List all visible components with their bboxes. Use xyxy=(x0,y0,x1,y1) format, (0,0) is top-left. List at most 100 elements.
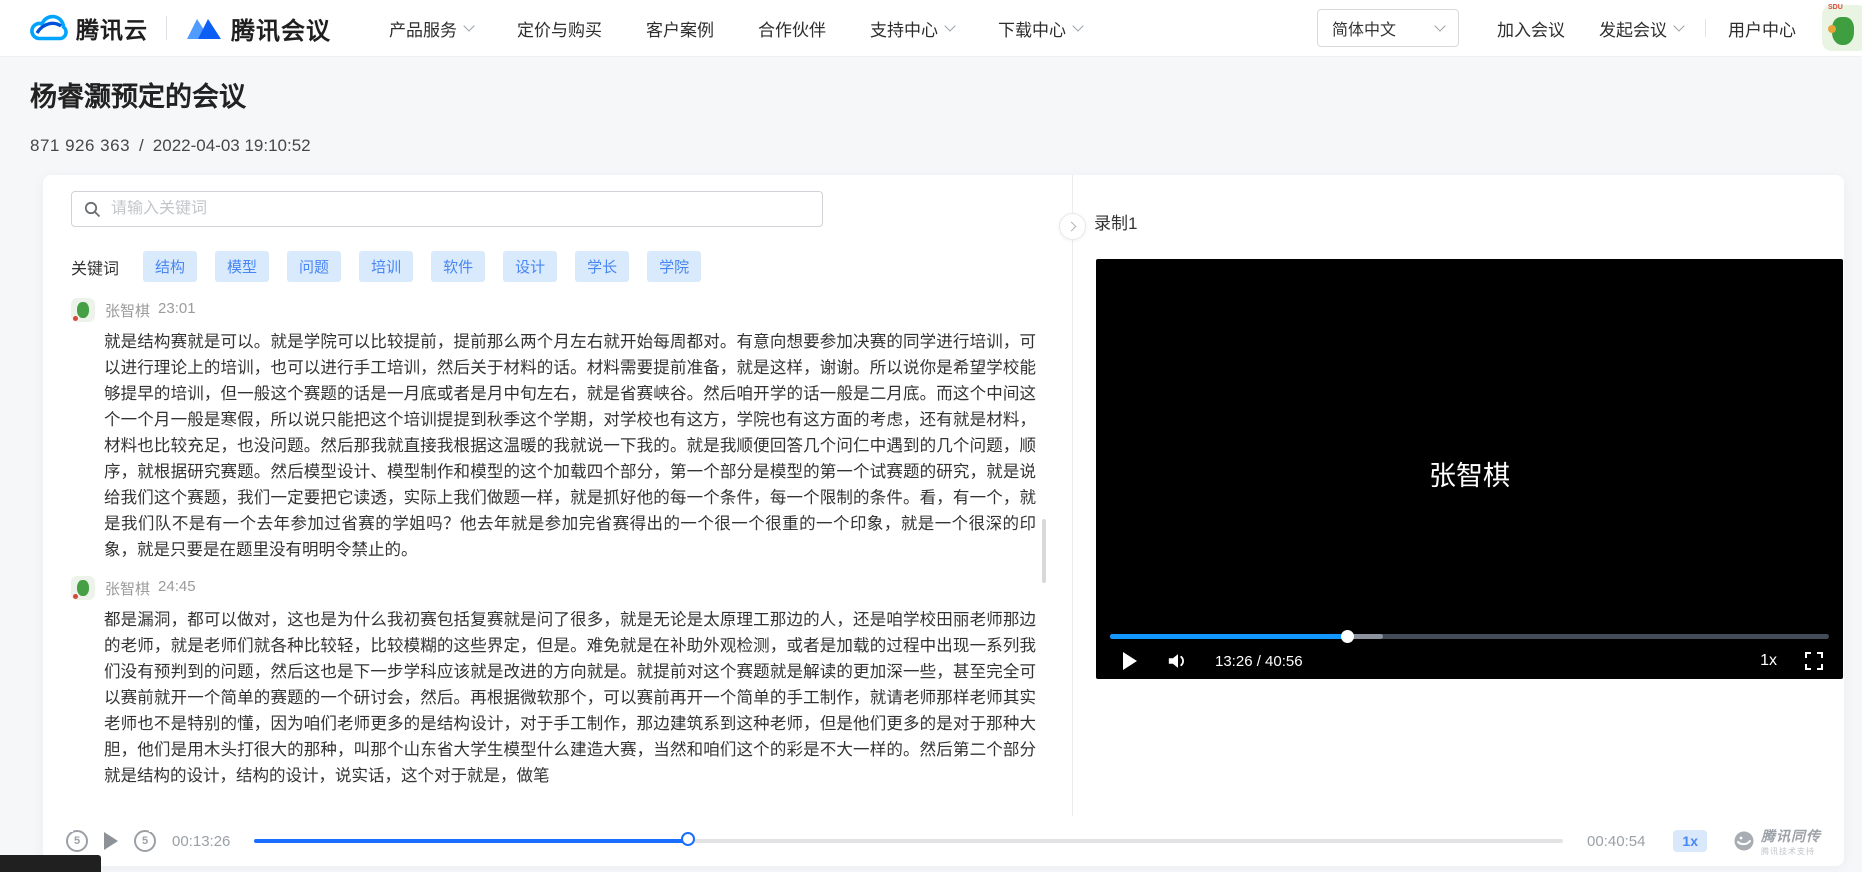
video-progress-track[interactable] xyxy=(1110,634,1829,639)
avatar-dot xyxy=(73,594,78,599)
total-time: 00:40:54 xyxy=(1587,833,1645,850)
browser-status-bar xyxy=(0,855,101,872)
chevron-down-icon xyxy=(944,20,955,31)
chevron-down-icon xyxy=(1434,20,1445,31)
transcript-entry-header: 张智棋 23:01 xyxy=(71,298,1077,322)
speaker-name: 张智棋 xyxy=(105,300,150,321)
nav-divider xyxy=(166,16,167,40)
transcript-panel[interactable]: 张智棋 23:01 就是结构赛就是可以。就是学院可以比较提前，提前那么两个月左右… xyxy=(71,298,1077,795)
fullscreen-icon[interactable] xyxy=(1805,652,1823,670)
tencent-cloud-logo[interactable]: 腾讯云 xyxy=(30,11,148,45)
video-player[interactable]: 张智棋 13:26 / 40:56 1x xyxy=(1096,259,1843,679)
keyword-tag[interactable]: 软件 xyxy=(431,251,485,282)
keyword-tag[interactable]: 设计 xyxy=(503,251,557,282)
forward-5s-button[interactable]: 5 xyxy=(134,830,156,852)
timeline-slider[interactable] xyxy=(254,839,1563,843)
recording-title: 录制1 xyxy=(1094,209,1137,234)
avatar-badge: SDU xyxy=(1828,4,1843,11)
meeting-icon xyxy=(185,14,223,42)
keyword-tags: 结构 模型 问题 培训 软件 设计 学长 学院 xyxy=(143,251,701,282)
tencent-meeting-logo[interactable]: 腾讯会议 xyxy=(185,11,331,46)
meta-separator: / xyxy=(139,136,144,156)
chevron-down-icon xyxy=(463,20,474,31)
video-time-display: 13:26 / 40:56 xyxy=(1215,653,1303,670)
main-card: 关键词 结构 模型 问题 培训 软件 设计 学长 学院 张智棋 23:01 xyxy=(43,175,1844,866)
tsi-brand-text: 腾讯同传 腾讯技术支持 xyxy=(1761,826,1821,857)
video-progress-thumb[interactable] xyxy=(1341,630,1354,643)
avatar-figure xyxy=(77,302,89,318)
keyword-tag[interactable]: 结构 xyxy=(143,251,197,282)
keyword-tag[interactable]: 模型 xyxy=(215,251,269,282)
video-speaker-name: 张智棋 xyxy=(1096,454,1843,493)
tsi-brand-sub: 腾讯技术支持 xyxy=(1761,846,1821,857)
speaker-meta: 张智棋 24:45 xyxy=(105,578,196,599)
volume-icon[interactable] xyxy=(1167,651,1189,671)
search-icon xyxy=(84,201,101,218)
nav-item-products[interactable]: 产品服务 xyxy=(389,16,473,41)
nav-item-pricing[interactable]: 定价与购买 xyxy=(517,16,602,41)
speech-timestamp[interactable]: 24:45 xyxy=(158,578,196,599)
nav-item-download[interactable]: 下载中心 xyxy=(998,16,1082,41)
avatar-dot xyxy=(73,316,78,321)
rewind-5s-button[interactable]: 5 xyxy=(66,830,88,852)
speaker-avatar xyxy=(71,298,95,322)
panel-divider xyxy=(1072,175,1073,816)
join-meeting-link[interactable]: 加入会议 xyxy=(1497,16,1565,41)
keywords-row: 关键词 结构 模型 问题 培训 软件 设计 学长 学院 xyxy=(71,251,701,282)
keyword-tag[interactable]: 培训 xyxy=(359,251,413,282)
speaker-avatar xyxy=(71,576,95,600)
meeting-meta: 871 926 363 / 2022-04-03 19:10:52 xyxy=(30,136,311,156)
video-progress-fill xyxy=(1110,634,1347,639)
speech-text[interactable]: 就是结构赛就是可以。就是学院可以比较提前，提前那么两个月左右就开始每周都对。有意… xyxy=(104,329,1036,563)
keywords-label: 关键词 xyxy=(71,255,119,279)
playback-bar: 5 5 00:13:26 00:40:54 1x 腾讯同传 腾讯技术支持 xyxy=(43,816,1844,866)
scrollbar-thumb[interactable] xyxy=(1042,519,1046,583)
chevron-right-icon xyxy=(1066,222,1076,232)
keyword-tag[interactable]: 学院 xyxy=(647,251,701,282)
meeting-datetime: 2022-04-03 19:10:52 xyxy=(153,136,311,156)
video-play-button[interactable] xyxy=(1123,652,1137,670)
tencent-tsi-brand: 腾讯同传 腾讯技术支持 xyxy=(1733,826,1821,857)
nav-item-support[interactable]: 支持中心 xyxy=(870,16,954,41)
current-time: 00:13:26 xyxy=(172,833,230,850)
transcript-entry-header: 张智棋 24:45 xyxy=(71,576,1077,600)
video-controls: 13:26 / 40:56 1x xyxy=(1110,647,1829,675)
tencent-cloud-label: 腾讯云 xyxy=(76,11,148,45)
tencent-meeting-label: 腾讯会议 xyxy=(231,11,331,46)
nav-item-cases[interactable]: 客户案例 xyxy=(646,16,714,41)
avatar-figure xyxy=(77,580,89,596)
language-select[interactable]: 简体中文 xyxy=(1317,9,1459,47)
nav-item-partners[interactable]: 合作伙伴 xyxy=(758,16,826,41)
tsi-brand-name: 腾讯同传 xyxy=(1761,826,1821,846)
user-center-link[interactable]: 用户中心 xyxy=(1728,16,1796,41)
avatar[interactable]: SDU xyxy=(1822,5,1862,51)
page-title: 杨睿灏预定的会议 xyxy=(30,75,311,114)
start-meeting-link[interactable]: 发起会议 xyxy=(1599,16,1683,41)
transcript-entry: 张智棋 24:45 都是漏洞，都可以做对，这也是为什么我初赛包括复赛就是问了很多… xyxy=(71,576,1077,789)
nav-divider xyxy=(1705,19,1706,37)
video-playback-rate[interactable]: 1x xyxy=(1760,652,1777,670)
speech-text[interactable]: 都是漏洞，都可以做对，这也是为什么我初赛包括复赛就是问了很多，就是无论是太原理工… xyxy=(104,607,1036,789)
chevron-down-icon xyxy=(1673,20,1684,31)
main-nav: 产品服务 定价与购买 客户案例 合作伙伴 支持中心 下载中心 xyxy=(389,16,1082,41)
collapse-panel-button[interactable] xyxy=(1059,213,1086,240)
playback-rate-badge[interactable]: 1x xyxy=(1673,830,1707,852)
timeline-fill xyxy=(254,839,686,843)
keyword-tag[interactable]: 问题 xyxy=(287,251,341,282)
top-nav: 腾讯云 腾讯会议 产品服务 定价与购买 客户案例 合作伙伴 支持中心 下载中心 … xyxy=(0,0,1862,57)
speech-timestamp[interactable]: 23:01 xyxy=(158,300,196,321)
page-header: 杨睿灏预定的会议 871 926 363 / 2022-04-03 19:10:… xyxy=(30,75,311,156)
speaker-name: 张智棋 xyxy=(105,578,150,599)
search-input[interactable] xyxy=(111,200,810,218)
transcript-entry: 张智棋 23:01 就是结构赛就是可以。就是学院可以比较提前，提前那么两个月左右… xyxy=(71,298,1077,563)
search-box xyxy=(71,191,823,227)
keyword-tag[interactable]: 学长 xyxy=(575,251,629,282)
play-button[interactable] xyxy=(104,832,118,850)
cloud-icon xyxy=(30,13,68,43)
tsi-logo-icon xyxy=(1733,830,1755,852)
avatar-dot xyxy=(1828,25,1836,33)
timeline-thumb[interactable] xyxy=(681,832,695,846)
chevron-down-icon xyxy=(1072,20,1083,31)
meeting-id: 871 926 363 xyxy=(30,136,130,156)
speaker-meta: 张智棋 23:01 xyxy=(105,300,196,321)
